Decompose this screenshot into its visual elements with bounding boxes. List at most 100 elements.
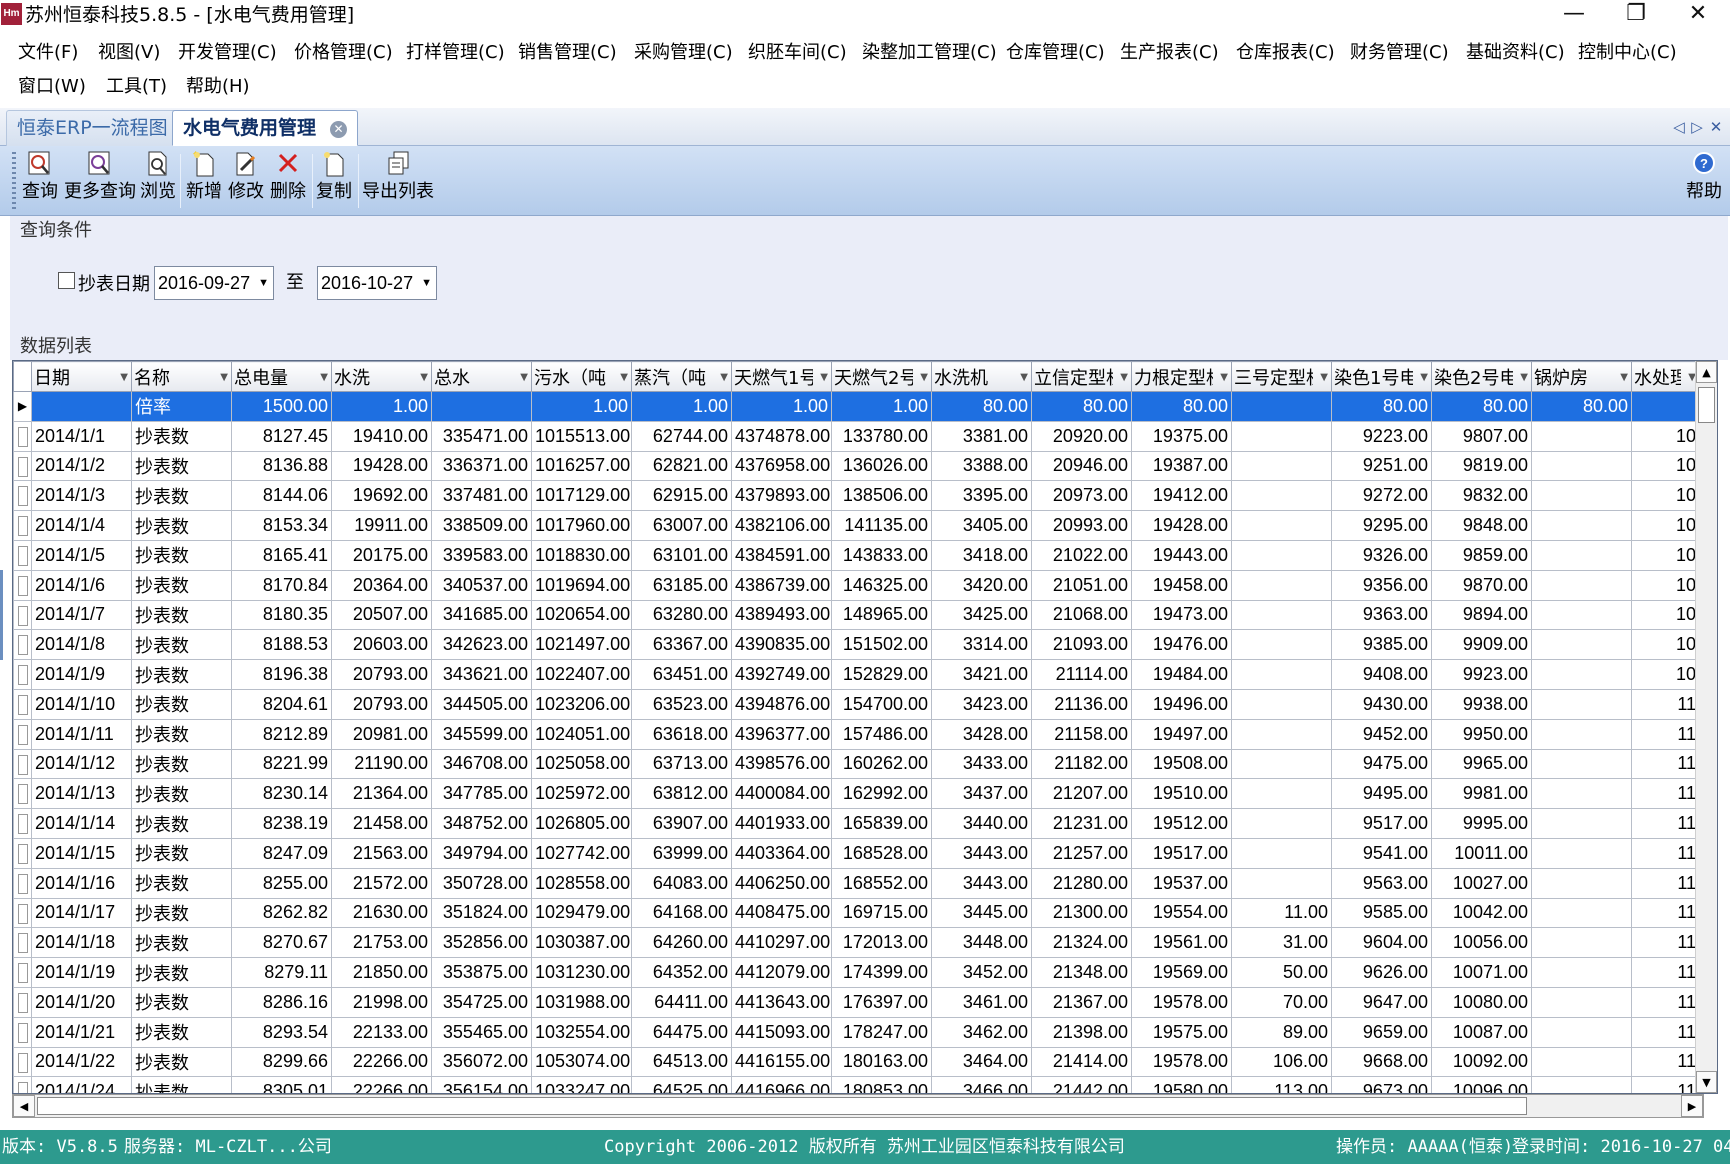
table-cell[interactable]: 178247.00	[831, 1016, 932, 1048]
table-cell[interactable]: 19497.00	[1131, 718, 1232, 750]
table-cell[interactable]: 9272.00	[1331, 480, 1432, 512]
table-cell[interactable]: 8153.34	[231, 510, 332, 541]
table-cell[interactable]: 9819.00	[1431, 450, 1532, 482]
table-cell[interactable]: 80.00	[931, 391, 1032, 422]
table-cell[interactable]: 355465.00	[431, 1016, 532, 1048]
table-cell[interactable]: 1031988.00	[531, 986, 632, 1018]
tab-close-all-icon[interactable]: ✕	[1707, 114, 1725, 140]
table-cell[interactable]	[1531, 808, 1632, 839]
row-selector[interactable]	[13, 718, 32, 750]
table-cell[interactable]: 4386739.00	[731, 569, 832, 601]
table-cell[interactable]: 172013.00	[831, 927, 932, 959]
table-cell[interactable]: 3448.00	[931, 927, 1032, 959]
table-cell[interactable]: 9385.00	[1331, 629, 1432, 661]
table-cell[interactable]: 2014/1/10	[31, 688, 132, 720]
table-cell[interactable]: 2014/1/5	[31, 539, 132, 571]
table-row[interactable]: 2014/1/21 抄表数 8293.54 22133.00 355465.00 1032…	[13, 1016, 1700, 1048]
row-selector[interactable]	[13, 599, 32, 631]
table-cell[interactable]: 2014/1/7	[31, 599, 132, 631]
table-cell[interactable]: 9668.00	[1331, 1046, 1432, 1078]
table-cell[interactable]: 8286.16	[231, 986, 332, 1018]
menu-item-7[interactable]: 织胚车间(C)	[746, 36, 849, 70]
table-cell[interactable]: 20507.00	[331, 599, 432, 631]
table-cell[interactable]: 9408.00	[1331, 659, 1432, 690]
table-cell[interactable]: 8255.00	[231, 867, 332, 899]
table-cell[interactable]: 21207.00	[1031, 778, 1132, 810]
table-cell[interactable]: 1.00	[531, 391, 632, 422]
table-cell[interactable]: 20973.00	[1031, 480, 1132, 512]
table-cell[interactable]: 343621.00	[431, 659, 532, 690]
table-cell[interactable]: 9363.00	[1331, 599, 1432, 631]
filter-dropdown-icon[interactable]: ▼	[420, 372, 428, 383]
table-cell[interactable]: 133780.00	[831, 420, 932, 452]
table-cell[interactable]	[1531, 1046, 1632, 1078]
table-cell[interactable]: 2014/1/17	[31, 897, 132, 929]
table-cell[interactable]: 8238.19	[231, 808, 332, 839]
export-list-button[interactable]: 导出列表	[362, 150, 434, 212]
table-cell[interactable]: 19428.00	[1131, 510, 1232, 541]
table-cell[interactable]: 2014/1/3	[31, 480, 132, 512]
table-cell[interactable]: 1016257.00	[531, 450, 632, 482]
toolbar-grip[interactable]	[12, 152, 16, 210]
table-cell[interactable]: 8230.14	[231, 778, 332, 810]
table-cell[interactable]: 3452.00	[931, 957, 1032, 988]
table-cell[interactable]	[1531, 748, 1632, 780]
table-cell[interactable]: 349794.00	[431, 837, 532, 869]
table-row[interactable]: 2014/1/17 抄表数 8262.82 21630.00 351824.00 1029…	[13, 897, 1700, 929]
table-cell[interactable]: 4400084.00	[731, 778, 832, 810]
table-cell[interactable]: 8293.54	[231, 1016, 332, 1048]
table-cell[interactable]: 4396377.00	[731, 718, 832, 750]
table-cell[interactable]: 21458.00	[331, 808, 432, 839]
table-cell[interactable]	[1531, 569, 1632, 601]
table-cell[interactable]: 20364.00	[331, 569, 432, 601]
table-cell[interactable]: 19428.00	[331, 450, 432, 482]
column-header[interactable]: 染色1号电 ▼	[1331, 361, 1432, 392]
menu-item-12[interactable]: 财务管理(C)	[1348, 36, 1451, 70]
table-cell[interactable]: 22266.00	[331, 1076, 432, 1093]
table-cell[interactable]: 9647.00	[1331, 986, 1432, 1018]
table-cell[interactable]: 8305.01	[231, 1076, 332, 1093]
close-button[interactable]: ✕	[1670, 0, 1726, 30]
table-cell[interactable]: 64513.00	[631, 1046, 732, 1078]
filter-dropdown-icon[interactable]: ▼	[1120, 372, 1128, 383]
table-cell[interactable]: 2014/1/2	[31, 450, 132, 482]
table-cell[interactable]: 19375.00	[1131, 420, 1232, 452]
table-cell[interactable]: 9950.00	[1431, 718, 1532, 750]
table-cell[interactable]: 抄表数	[131, 957, 232, 988]
filter-dropdown-icon[interactable]: ▼	[820, 372, 828, 383]
table-cell[interactable]: 180853.00	[831, 1076, 932, 1093]
row-selector[interactable]	[13, 450, 32, 482]
table-row[interactable]: 2014/1/12 抄表数 8221.99 21190.00 346708.00 1025…	[13, 748, 1700, 780]
filter-dropdown-icon[interactable]: ▼	[920, 372, 928, 383]
table-cell[interactable]: 21348.00	[1031, 957, 1132, 988]
table-cell[interactable]: 3428.00	[931, 718, 1032, 750]
table-cell[interactable]: 抄表数	[131, 1046, 232, 1078]
table-cell[interactable]	[1531, 986, 1632, 1018]
table-cell[interactable]: 353875.00	[431, 957, 532, 988]
table-cell[interactable]: 21051.00	[1031, 569, 1132, 601]
table-cell[interactable]	[1531, 599, 1632, 631]
table-cell[interactable]: 146325.00	[831, 569, 932, 601]
table-cell[interactable]: 11	[1631, 986, 1700, 1018]
table-cell[interactable]: 3381.00	[931, 420, 1032, 452]
horizontal-scrollbar[interactable]: ◀ ▶	[12, 1094, 1704, 1118]
table-cell[interactable]: 19575.00	[1131, 1016, 1232, 1048]
table-cell[interactable]: 80.00	[1431, 391, 1532, 422]
table-cell[interactable]: 9563.00	[1331, 867, 1432, 899]
table-cell[interactable]: 19443.00	[1131, 539, 1232, 571]
table-cell[interactable]: 64168.00	[631, 897, 732, 929]
side-panel-handle[interactable]	[0, 570, 3, 660]
filter-dropdown-icon[interactable]: ▼	[520, 372, 528, 383]
table-row[interactable]: 2014/1/20 抄表数 8286.16 21998.00 354725.00 1031…	[13, 986, 1700, 1018]
table-cell[interactable]: 180163.00	[831, 1046, 932, 1078]
table-cell[interactable]: 1029479.00	[531, 897, 632, 929]
table-cell[interactable]: 1025972.00	[531, 778, 632, 810]
table-cell[interactable]: 80.00	[1531, 391, 1632, 422]
filter-dropdown-icon[interactable]: ▼	[120, 372, 128, 383]
table-cell[interactable]: 3443.00	[931, 837, 1032, 869]
table-cell[interactable]: 336371.00	[431, 450, 532, 482]
table-cell[interactable]: 4401933.00	[731, 808, 832, 839]
table-cell[interactable]: 21136.00	[1031, 688, 1132, 720]
table-cell[interactable]: 4379893.00	[731, 480, 832, 512]
table-cell[interactable]: 2014/1/15	[31, 837, 132, 869]
